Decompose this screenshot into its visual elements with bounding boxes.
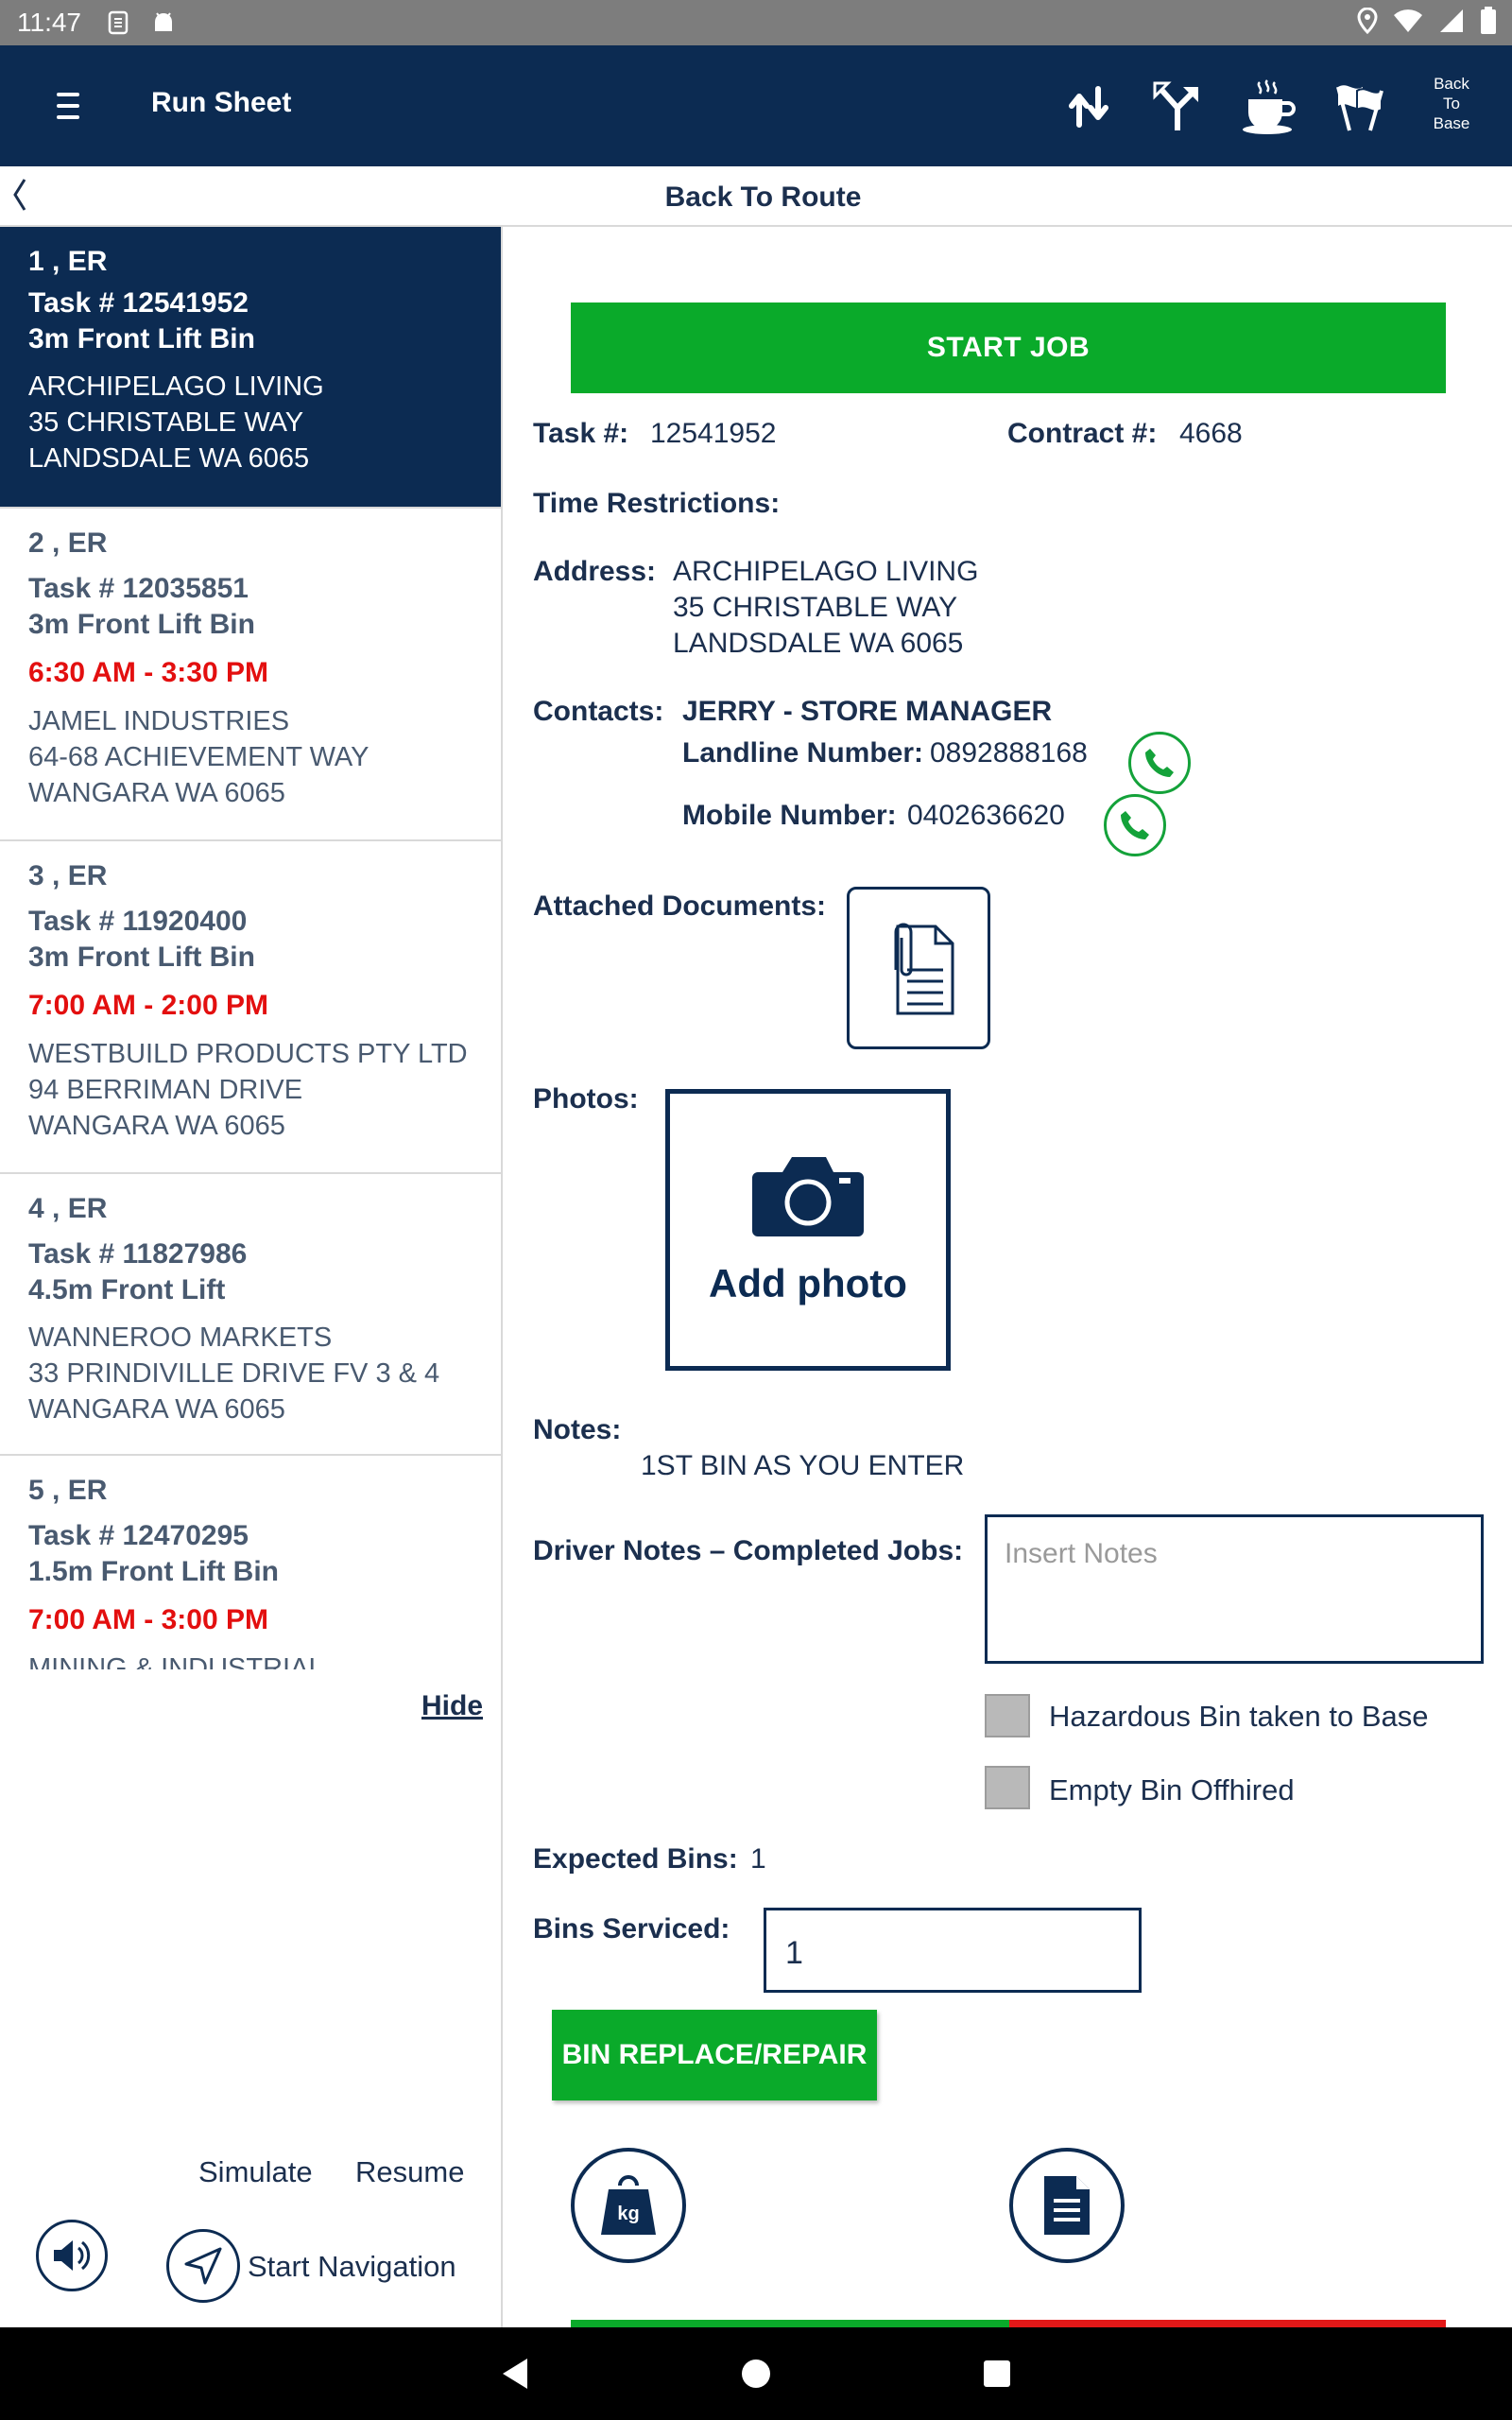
home-circle-icon[interactable] bbox=[732, 2350, 780, 2397]
weight-icon: kg bbox=[601, 2175, 656, 2235]
finish-flags-icon[interactable] bbox=[1327, 74, 1393, 140]
speaker-icon[interactable] bbox=[36, 2220, 108, 2291]
menu-icon[interactable] bbox=[49, 87, 87, 125]
camera-icon bbox=[752, 1157, 864, 1236]
driver-notes-field[interactable]: Insert Notes bbox=[985, 1514, 1484, 1664]
attached-document-icon[interactable] bbox=[847, 887, 990, 1049]
svg-text:kg: kg bbox=[617, 2204, 639, 2224]
battery-icon bbox=[1480, 7, 1497, 42]
call-mobile-icon[interactable] bbox=[1104, 794, 1166, 856]
hazardous-bin-label: Hazardous Bin taken to Base bbox=[1049, 1700, 1429, 1733]
call-landline-icon[interactable] bbox=[1128, 732, 1191, 794]
sync-status-icon bbox=[102, 7, 134, 39]
task-item-2[interactable]: 2 , ER Task # 12035851 3m Front Lift Bin… bbox=[0, 509, 501, 841]
landline-value: 0892888168 bbox=[930, 737, 1088, 769]
contract-number-value: 4668 bbox=[1179, 418, 1243, 449]
status-bar: 11:47 bbox=[0, 0, 1512, 45]
signal-icon bbox=[1438, 9, 1465, 40]
hide-list-link[interactable]: Hide bbox=[421, 1690, 483, 1722]
address-value: ARCHIPELAGO LIVING 35 CHRISTABLE WAY LAN… bbox=[673, 556, 979, 659]
task-item-5[interactable]: 5 , ER Task # 12470295 1.5m Front Lift B… bbox=[0, 1456, 501, 1669]
contract-number-label: Contract #: bbox=[1007, 418, 1158, 449]
job-report-button[interactable] bbox=[1009, 2148, 1125, 2263]
sync-icon[interactable] bbox=[1057, 74, 1123, 140]
empty-bin-label: Empty Bin Offhired bbox=[1049, 1773, 1295, 1806]
landline-label: Landline Number: bbox=[682, 737, 924, 769]
start-job-button[interactable]: START JOB bbox=[571, 302, 1446, 393]
driver-notes-label: Driver Notes – Completed Jobs: bbox=[533, 1535, 964, 1566]
android-icon bbox=[147, 7, 180, 39]
coffee-break-icon[interactable] bbox=[1236, 74, 1302, 140]
simulate-button[interactable]: Simulate bbox=[198, 2155, 313, 2189]
contact-name: JERRY - STORE MANAGER bbox=[682, 696, 1053, 727]
divert-route-icon[interactable] bbox=[1145, 74, 1211, 140]
task-list[interactable]: 1 , ER Task # 12541952 3m Front Lift Bin… bbox=[0, 227, 501, 1669]
bin-replace-repair-button[interactable]: BIN REPLACE/REPAIR bbox=[552, 2010, 877, 2100]
task-number-value: 12541952 bbox=[650, 418, 777, 449]
back-to-base-button[interactable]: Back To Base bbox=[1422, 74, 1481, 133]
address-label: Address: bbox=[533, 556, 657, 587]
attached-documents-label: Attached Documents: bbox=[533, 890, 827, 922]
page-title: Run Sheet bbox=[151, 87, 292, 118]
system-nav-bar bbox=[0, 2327, 1512, 2420]
notes-label: Notes: bbox=[533, 1414, 622, 1445]
mobile-value: 0402636620 bbox=[907, 800, 1065, 831]
complete-bar[interactable] bbox=[571, 2320, 1009, 2327]
photos-label: Photos: bbox=[533, 1083, 639, 1115]
expected-bins-label: Expected Bins: bbox=[533, 1843, 738, 1875]
mobile-label: Mobile Number: bbox=[682, 800, 897, 831]
navigation-arrow-icon[interactable] bbox=[166, 2229, 240, 2303]
back-to-route-bar: Back To Route bbox=[0, 166, 1512, 227]
bins-serviced-input[interactable]: 1 bbox=[764, 1908, 1142, 1993]
task-item-1[interactable]: 1 , ER Task # 12541952 3m Front Lift Bin… bbox=[0, 227, 501, 509]
task-item-4[interactable]: 4 , ER Task # 11827986 4.5m Front Lift W… bbox=[0, 1174, 501, 1456]
start-navigation-button[interactable]: Start Navigation bbox=[248, 2250, 456, 2284]
task-detail-pane: START JOB Task #: 12541952 Contract #: 4… bbox=[505, 227, 1512, 2327]
app-bar: Run Sheet Back To Base bbox=[0, 45, 1512, 166]
task-number-label: Task #: bbox=[533, 418, 629, 449]
contacts-label: Contacts: bbox=[533, 696, 664, 727]
fail-bar[interactable] bbox=[1009, 2320, 1446, 2327]
time-restrictions-label: Time Restrictions: bbox=[533, 488, 781, 519]
document-icon bbox=[1044, 2176, 1090, 2235]
back-triangle-icon[interactable] bbox=[491, 2350, 539, 2397]
add-photo-button[interactable]: Add photo bbox=[665, 1089, 951, 1371]
back-to-route-button[interactable]: Back To Route bbox=[0, 182, 1512, 214]
empty-bin-checkbox[interactable] bbox=[985, 1766, 1030, 1809]
expected-bins-value: 1 bbox=[750, 1843, 766, 1875]
status-time: 11:47 bbox=[17, 8, 81, 37]
recents-square-icon[interactable] bbox=[973, 2350, 1021, 2397]
bins-serviced-label: Bins Serviced: bbox=[533, 1913, 730, 1945]
resume-button[interactable]: Resume bbox=[355, 2155, 464, 2189]
task-item-3[interactable]: 3 , ER Task # 11920400 3m Front Lift Bin… bbox=[0, 841, 501, 1174]
weight-button[interactable]: kg bbox=[571, 2148, 686, 2263]
wifi-icon bbox=[1393, 9, 1423, 40]
task-list-pane: 1 , ER Task # 12541952 3m Front Lift Bin… bbox=[0, 227, 503, 2327]
hazardous-bin-checkbox[interactable] bbox=[985, 1694, 1030, 1737]
notes-value: 1ST BIN AS YOU ENTER bbox=[641, 1450, 965, 1481]
location-icon bbox=[1357, 7, 1378, 41]
